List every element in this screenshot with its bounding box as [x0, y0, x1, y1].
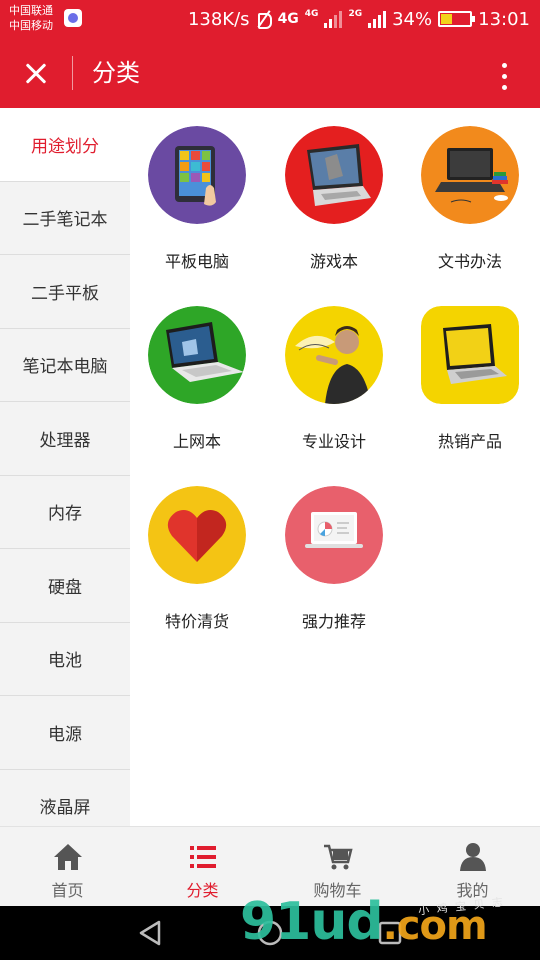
- battery-icon: [438, 11, 476, 27]
- signal-bars-2-icon: [368, 10, 387, 28]
- gaming-laptop-icon: [285, 126, 383, 224]
- sidebar-item-label: 硬盘: [48, 577, 82, 598]
- sidebar-item-power-supply[interactable]: 电源: [0, 696, 130, 770]
- category-gaming-laptop[interactable]: 游戏本: [267, 108, 397, 278]
- sidebar-item-label: 内存: [48, 504, 82, 525]
- designer-icon: [285, 306, 383, 404]
- app-header: 分类: [0, 38, 540, 108]
- page-title: 分类: [92, 59, 140, 87]
- sidebar-item-label: 二手笔记本: [22, 210, 108, 231]
- battery-percent: 34%: [392, 8, 433, 30]
- status-indicators: 138K/s 4G 4G 2G 34% 13:01: [188, 0, 530, 38]
- category-hot-products[interactable]: 热销产品: [403, 288, 533, 458]
- category-office-laptop[interactable]: 文书办法: [403, 108, 533, 278]
- category-tablet[interactable]: 平板电脑: [130, 108, 260, 278]
- header-divider: [72, 56, 73, 90]
- tab-label: 首页: [51, 881, 84, 900]
- category-label: 文书办法: [437, 252, 502, 271]
- sidebar-item-memory[interactable]: 内存: [0, 476, 130, 549]
- list-icon: [190, 846, 216, 868]
- close-button[interactable]: [14, 52, 58, 96]
- netbook-icon: [148, 306, 246, 404]
- app-screen: 中国联通 中国移动 138K/s 4G 4G 2G 34% 13:01 分类 用…: [0, 0, 540, 960]
- signal-type-2: 2G: [348, 8, 363, 19]
- category-label: 专业设计: [301, 432, 366, 451]
- carrier-name-1: 中国联通: [9, 4, 53, 17]
- more-vertical-icon: [501, 62, 507, 68]
- sidebar-item-processor[interactable]: 处理器: [0, 402, 130, 476]
- heart-icon: [148, 486, 246, 584]
- sidebar-item-label: 液晶屏: [39, 798, 91, 819]
- category-netbook[interactable]: 上网本: [130, 288, 260, 458]
- sidebar-item-label: 二手平板: [31, 283, 99, 304]
- recommend-laptop-icon: [285, 486, 383, 584]
- sidebar-item-label: 电源: [48, 724, 82, 745]
- category-clearance[interactable]: 特价清货: [130, 468, 260, 638]
- watermark-text-a: 91ud: [240, 892, 384, 952]
- signal-type-1-sub: 4G: [304, 8, 319, 19]
- mute-icon: [256, 10, 272, 29]
- category-label: 平板电脑: [164, 252, 229, 271]
- sidebar-item-usage[interactable]: 用途划分: [0, 108, 130, 182]
- user-icon: [460, 843, 486, 871]
- tablet-icon: [148, 126, 246, 224]
- signal-type-1: 4G: [277, 10, 299, 27]
- category-pro-design[interactable]: 专业设计: [267, 288, 397, 458]
- category-sidebar: 用途划分 二手笔记本 二手平板 笔记本电脑 处理器 内存 硬盘 电池 电源 液晶…: [0, 108, 130, 826]
- tab-home[interactable]: 首页: [0, 827, 135, 907]
- sidebar-item-battery[interactable]: 电池: [0, 623, 130, 696]
- sidebar-item-used-tablet[interactable]: 二手平板: [0, 255, 130, 329]
- hot-laptop-icon: [421, 306, 519, 404]
- sidebar-item-label: 用途划分: [31, 136, 99, 157]
- category-recommended[interactable]: 强力推荐: [267, 468, 397, 638]
- network-speed: 138K/s: [187, 8, 250, 30]
- sidebar-item-hard-disk[interactable]: 硬盘: [0, 549, 130, 623]
- sidebar-item-label: 笔记本电脑: [22, 357, 108, 378]
- more-options-button[interactable]: [486, 58, 522, 94]
- signal-bars-1-icon: [324, 10, 343, 28]
- office-laptop-icon: [421, 126, 519, 224]
- sidebar-item-label: 电池: [48, 651, 82, 672]
- carrier-info: 中国联通 中国移动: [9, 3, 53, 33]
- category-label: 上网本: [172, 432, 221, 451]
- sidebar-item-lcd-screen[interactable]: 液晶屏: [0, 770, 130, 827]
- app-notification-icon: [64, 9, 82, 27]
- category-label: 特价清货: [164, 612, 229, 631]
- category-grid: 平板电脑 游戏本 文书办法 上网本 专业设计 热销产品 特价清货 强力推荐: [130, 108, 540, 826]
- back-icon[interactable]: [135, 918, 165, 948]
- status-bar: 中国联通 中国移动 138K/s 4G 4G 2G 34% 13:01: [0, 0, 540, 38]
- category-label: 热销产品: [437, 432, 502, 451]
- sidebar-item-laptop[interactable]: 笔记本电脑: [0, 329, 130, 402]
- sidebar-item-label: 处理器: [39, 430, 91, 451]
- home-icon: [54, 844, 82, 870]
- cart-icon: [324, 844, 353, 870]
- category-label: 强力推荐: [301, 612, 366, 631]
- carrier-name-2: 中国移动: [9, 19, 53, 32]
- category-label: 游戏本: [309, 252, 358, 271]
- sidebar-item-used-laptop[interactable]: 二手笔记本: [0, 182, 130, 255]
- clock: 13:01: [478, 8, 530, 30]
